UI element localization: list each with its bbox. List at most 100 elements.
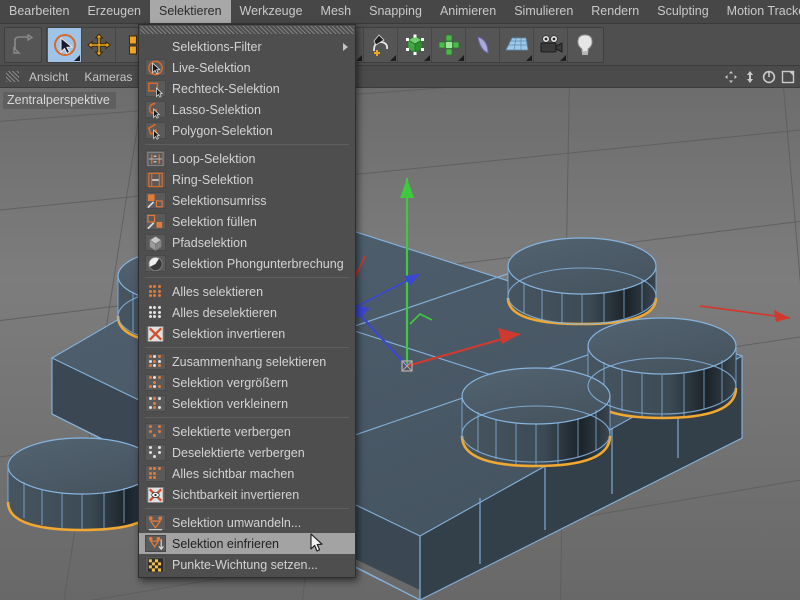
tool-corner-marker bbox=[424, 54, 430, 61]
light-button[interactable] bbox=[568, 27, 602, 62]
phong-break-icon bbox=[143, 254, 167, 273]
menu-item-label: Polygon-Selektion bbox=[172, 123, 273, 138]
menu-item-selektion-invertieren[interactable]: Selektion invertieren bbox=[139, 323, 355, 344]
menu-item-selektierte-verbergen[interactable]: Selektierte verbergen bbox=[139, 421, 355, 442]
move-button[interactable] bbox=[82, 27, 116, 62]
menu-item-label: Selektion umwandeln... bbox=[172, 515, 302, 530]
menu-item-selektion-phongunterbrechung[interactable]: Selektion Phongunterbrechung bbox=[139, 253, 355, 274]
camera-icon bbox=[540, 34, 562, 53]
menu-item-label: Selektierte verbergen bbox=[172, 424, 291, 439]
deselect-all-icon bbox=[148, 306, 162, 319]
menu-item-label: Selektion Phongunterbrechung bbox=[172, 256, 344, 271]
invert-visibility-icon bbox=[147, 486, 163, 503]
hide-selected-icon bbox=[143, 422, 167, 441]
menu-item-alles-deselektieren[interactable]: Alles deselektieren bbox=[139, 302, 355, 323]
menu-item-selektionsumriss[interactable]: Selektionsumriss bbox=[139, 190, 355, 211]
outline-selection-icon bbox=[143, 191, 167, 210]
viewport-menu-kameras[interactable]: Kameras bbox=[76, 70, 140, 84]
menubar-item-werkzeuge[interactable]: Werkzeuge bbox=[231, 0, 312, 23]
toolbar-group-primitives bbox=[328, 26, 604, 63]
menu-separator bbox=[145, 417, 349, 418]
menubar-item-bearbeiten[interactable]: Bearbeiten bbox=[0, 0, 78, 23]
viewport-grip-icon[interactable] bbox=[6, 71, 19, 82]
menubar-item-erzeugen[interactable]: Erzeugen bbox=[78, 0, 150, 23]
menu-item-rechteckselektion[interactable]: Rechteck-Selektion bbox=[139, 78, 355, 99]
generator-button[interactable] bbox=[398, 27, 432, 62]
outline-selection-icon bbox=[146, 193, 163, 208]
menu-item-deselektierte-verbergen[interactable]: Deselektierte verbergen bbox=[139, 442, 355, 463]
live-selection-icon bbox=[147, 60, 163, 75]
menubar-item-snapping[interactable]: Snapping bbox=[360, 0, 431, 23]
path-selection-icon bbox=[148, 235, 162, 251]
menu-item-label: Live-Selektion bbox=[172, 60, 251, 75]
menu-item-label: Selektion verkleinern bbox=[172, 396, 289, 411]
scene-canvas bbox=[0, 66, 800, 600]
menu-item-label: Rechteck-Selektion bbox=[172, 81, 280, 96]
live-selection-button[interactable] bbox=[48, 27, 82, 62]
menu-item-selektion-umwandeln[interactable]: Selektion umwandeln... bbox=[139, 512, 355, 533]
deformer-button[interactable] bbox=[432, 27, 466, 62]
grow-selection-icon bbox=[144, 374, 166, 391]
menubar-item-animieren[interactable]: Animieren bbox=[431, 0, 505, 23]
rect-selection-icon bbox=[147, 82, 163, 98]
menu-item-loopselektion[interactable]: Loop-Selektion bbox=[139, 148, 355, 169]
freeze-selection-icon bbox=[143, 534, 167, 553]
scale-view-icon[interactable] bbox=[741, 68, 758, 85]
phong-break-icon bbox=[147, 256, 163, 271]
rotate-view-icon[interactable] bbox=[760, 68, 777, 85]
main-toolbar bbox=[0, 24, 800, 66]
chevron-right-icon bbox=[343, 42, 348, 51]
viewport-menu-ansicht[interactable]: Ansicht bbox=[21, 70, 76, 84]
menu-item-selektion-einfrieren[interactable]: Selektion einfrieren bbox=[139, 533, 355, 554]
menu-item-label: Selektion einfrieren bbox=[172, 536, 280, 551]
menubar-item-sculpting[interactable]: Sculpting bbox=[648, 0, 717, 23]
menu-item-liveselektion[interactable]: Live-Selektion bbox=[139, 57, 355, 78]
menubar-item-simulieren[interactable]: Simulieren bbox=[505, 0, 582, 23]
menubar-item-motion-tracker[interactable]: Motion Tracker bbox=[718, 0, 800, 23]
menu-item-ringselektion[interactable]: Ring-Selektion bbox=[139, 169, 355, 190]
polygon-selection-icon bbox=[147, 123, 160, 140]
invert-selection-icon bbox=[147, 325, 163, 342]
menu-item-label: Selektion invertieren bbox=[172, 326, 286, 341]
menu-item-label: Lasso-Selektion bbox=[172, 102, 261, 117]
convert-selection-icon bbox=[143, 513, 167, 532]
light-icon bbox=[577, 33, 593, 55]
menu-item-alles-sichtbar-machen[interactable]: Alles sichtbar machen bbox=[139, 463, 355, 484]
menu-item-punktewichtung-setzen[interactable]: Punkte-Wichtung setzen... bbox=[139, 554, 355, 575]
viewport-3d[interactable]: Ansicht Kameras Zentralperspektive bbox=[0, 66, 800, 600]
menu-item-selektion-vergrößern[interactable]: Selektion vergrößern bbox=[139, 372, 355, 393]
loop-selection-icon bbox=[146, 151, 164, 166]
menubar-item-mesh[interactable]: Mesh bbox=[312, 0, 361, 23]
selektieren-dropdown-menu: Selektions-Filter Live-Selektion Rechteck-… bbox=[138, 24, 356, 578]
menu-item-label: Ring-Selektion bbox=[172, 172, 254, 187]
fill-selection-icon bbox=[146, 214, 162, 229]
menu-item-label: Sichtbarkeit invertieren bbox=[172, 487, 300, 502]
menu-item-polygonselektion[interactable]: Polygon-Selektion bbox=[139, 120, 355, 141]
path-selection-icon bbox=[143, 233, 167, 252]
menu-item-sichtbarkeit-invertieren[interactable]: Sichtbarkeit invertieren bbox=[139, 484, 355, 505]
fill-selection-icon bbox=[143, 212, 167, 231]
camera-button[interactable] bbox=[534, 27, 568, 62]
maximize-view-icon[interactable] bbox=[779, 68, 796, 85]
spline-pen-button[interactable] bbox=[364, 27, 398, 62]
unhide-all-icon bbox=[144, 465, 166, 482]
menu-item-pfadselektion[interactable]: Pfadselektion bbox=[139, 232, 355, 253]
menu-tearoff-handle[interactable] bbox=[140, 26, 354, 34]
nurbs-button[interactable] bbox=[466, 27, 500, 62]
menubar-item-selektieren[interactable]: Selektieren bbox=[149, 0, 231, 23]
undo-button[interactable] bbox=[6, 27, 40, 62]
menu-item-selektionsfilter[interactable]: Selektions-Filter bbox=[139, 36, 355, 57]
menu-item-selektion-füllen[interactable]: Selektion füllen bbox=[139, 211, 355, 232]
viewport-perspective-label: Zentralperspektive bbox=[3, 92, 116, 109]
menu-item-lassoselektion[interactable]: Lasso-Selektion bbox=[139, 99, 355, 120]
floor-button[interactable] bbox=[500, 27, 534, 62]
menu-item-label: Alles deselektieren bbox=[172, 305, 277, 320]
menu-item-alles-selektieren[interactable]: Alles selektieren bbox=[139, 281, 355, 302]
menu-item-selektion-verkleinern[interactable]: Selektion verkleinern bbox=[139, 393, 355, 414]
hide-unselected-icon bbox=[144, 444, 166, 461]
move-view-icon[interactable] bbox=[722, 68, 739, 85]
menu-item-zusammenhang-selektieren[interactable]: Zusammenhang selektieren bbox=[139, 351, 355, 372]
nurbs-icon bbox=[476, 35, 489, 54]
menu-item-label: Punkte-Wichtung setzen... bbox=[172, 557, 318, 572]
menubar-item-rendern[interactable]: Rendern bbox=[582, 0, 648, 23]
